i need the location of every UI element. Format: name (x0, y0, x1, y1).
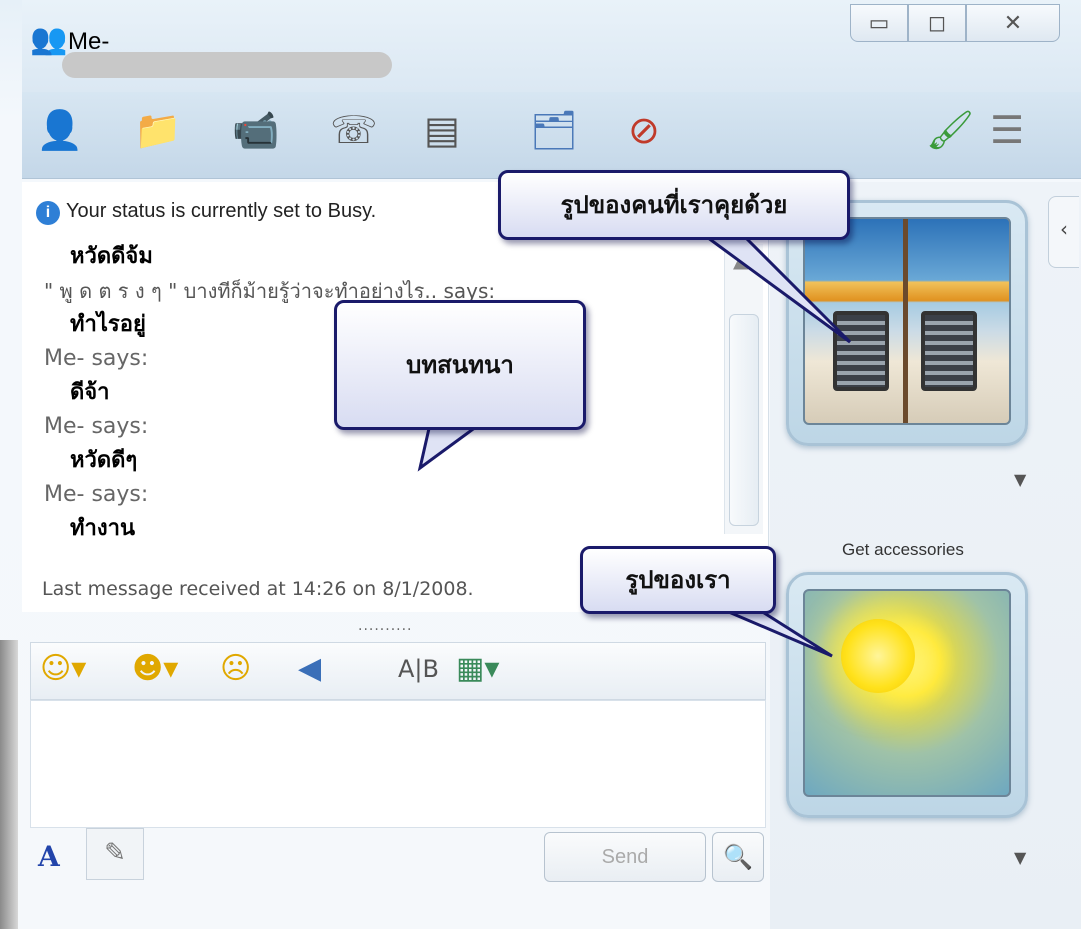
conversation-callout: บทสนทนา (334, 300, 586, 430)
messenger-window: 👥 Me- ▭ ◻ ✕ 👤 📁 📹 ☏ ▤ 🗂 ⊘ 🖌 ☰ i Your stat… (0, 0, 1081, 929)
contact-picture-pointer (695, 230, 852, 344)
contact-picture-callout: รูปของคนที่เราคุยด้วย (498, 170, 850, 240)
conversation-pointer (417, 422, 485, 472)
my-picture-callout: รูปของเรา (580, 546, 776, 614)
callout-pointers (417, 230, 852, 658)
